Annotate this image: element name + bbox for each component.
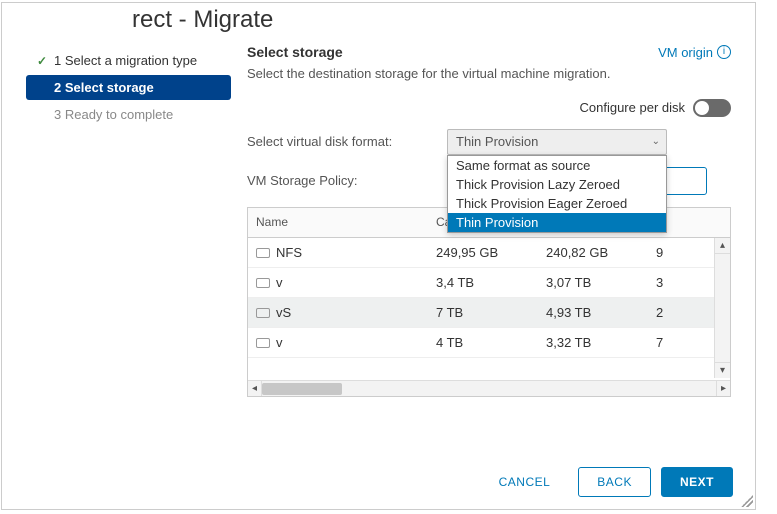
back-button[interactable]: BACK: [578, 467, 651, 497]
wizard-footer: CANCEL BACK NEXT: [481, 467, 733, 497]
step-label: 1 Select a migration type: [54, 53, 197, 68]
cancel-button[interactable]: CANCEL: [481, 467, 569, 497]
table-row-selected[interactable]: vS 7 TB 4,93 TB 2: [248, 298, 730, 328]
step-1[interactable]: ✓ 1 Select a migration type: [26, 48, 231, 73]
col-name[interactable]: Name: [248, 215, 428, 229]
scroll-right-icon[interactable]: ▸: [716, 381, 730, 397]
chevron-down-icon: ⌄: [652, 130, 660, 154]
storage-policy-label: VM Storage Policy:: [247, 173, 447, 188]
datastore-icon: [256, 278, 270, 288]
datastore-table: Name Cap NFS 249,95 GB 240,82 GB 9 v 3,4…: [247, 207, 731, 397]
table-row[interactable]: NFS 249,95 GB 240,82 GB 9: [248, 238, 730, 268]
info-icon: i: [717, 45, 731, 59]
vertical-scrollbar[interactable]: ▴ ▾: [714, 238, 730, 378]
table-row[interactable]: v 4 TB 3,32 TB 7: [248, 328, 730, 358]
datastore-icon: [256, 338, 270, 348]
disk-format-value: Thin Provision: [456, 134, 538, 149]
next-button[interactable]: NEXT: [661, 467, 733, 497]
step-3: 3 Ready to complete: [26, 102, 231, 127]
disk-format-option-selected[interactable]: Thin Provision: [448, 213, 666, 232]
datastore-icon: [256, 308, 270, 318]
table-row[interactable]: v 3,4 TB 3,07 TB 3: [248, 268, 730, 298]
disk-format-label: Select virtual disk format:: [247, 134, 447, 149]
disk-format-option[interactable]: Same format as source: [448, 156, 666, 175]
vm-origin-label: VM origin: [658, 45, 713, 60]
scroll-up-icon[interactable]: ▴: [715, 238, 730, 254]
configure-per-disk-toggle[interactable]: [693, 99, 731, 117]
section-description: Select the destination storage for the v…: [247, 64, 731, 85]
disk-format-option[interactable]: Thick Provision Lazy Zeroed: [448, 175, 666, 194]
horizontal-scrollbar[interactable]: ◂ ▸: [248, 380, 730, 396]
wizard-steps: ✓ 1 Select a migration type 2 Select sto…: [26, 44, 231, 397]
scroll-down-icon[interactable]: ▾: [715, 362, 730, 378]
configure-per-disk-label: Configure per disk: [580, 100, 686, 115]
step-label: 2 Select storage: [54, 80, 154, 95]
datastore-icon: [256, 248, 270, 258]
checkmark-icon: ✓: [34, 54, 50, 68]
resize-grip-icon[interactable]: [741, 495, 753, 507]
vm-origin-link[interactable]: VM origin i: [658, 45, 731, 60]
scroll-left-icon[interactable]: ◂: [248, 381, 262, 397]
disk-format-option[interactable]: Thick Provision Eager Zeroed: [448, 194, 666, 213]
scroll-thumb[interactable]: [262, 383, 342, 395]
disk-format-dropdown: Same format as source Thick Provision La…: [447, 155, 667, 233]
modal-title: rect - Migrate: [2, 3, 755, 44]
disk-format-select[interactable]: Thin Provision ⌄: [447, 129, 667, 155]
step-label: 3 Ready to complete: [54, 107, 173, 122]
migrate-wizard-modal: rect - Migrate ✓ 1 Select a migration ty…: [1, 2, 756, 510]
section-heading: Select storage: [247, 44, 343, 60]
step-2[interactable]: 2 Select storage: [26, 75, 231, 100]
